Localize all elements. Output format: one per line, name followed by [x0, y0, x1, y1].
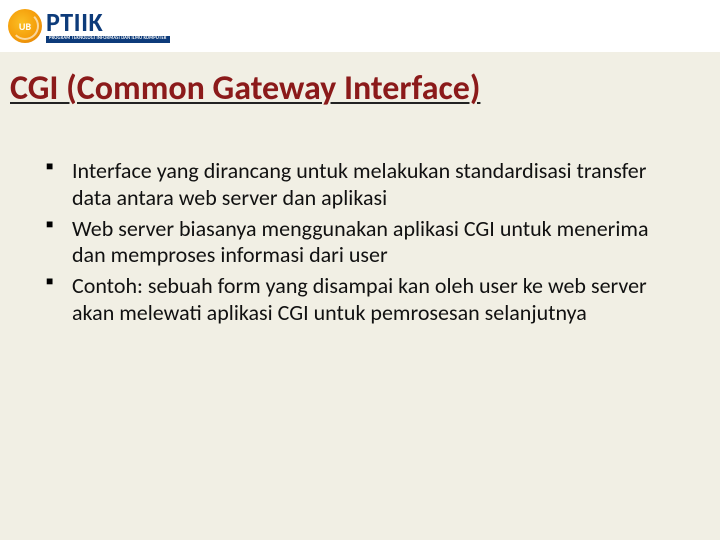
logo-text: PTIIK PROGRAM TEKNOLOGI INFORMASI DAN IL… — [46, 9, 170, 43]
bullet-list: Interface yang dirancang untuk melakukan… — [44, 158, 660, 327]
list-item: Web server biasanya menggunakan aplikasi… — [44, 216, 660, 270]
logo-subtitle: PROGRAM TEKNOLOGI INFORMASI DAN ILMU KOM… — [46, 36, 170, 43]
logo-mark-text: UB — [19, 20, 31, 33]
logo-mark-icon: UB — [8, 9, 42, 43]
list-item: Contoh: sebuah form yang disampai kan ol… — [44, 273, 660, 327]
slide-content: Interface yang dirancang untuk melakukan… — [44, 158, 660, 331]
slide: UB PTIIK PROGRAM TEKNOLOGI INFORMASI DAN… — [0, 0, 720, 540]
header-band: UB PTIIK PROGRAM TEKNOLOGI INFORMASI DAN… — [0, 0, 720, 52]
list-item: Interface yang dirancang untuk melakukan… — [44, 158, 660, 212]
logo: UB PTIIK PROGRAM TEKNOLOGI INFORMASI DAN… — [8, 9, 170, 43]
slide-title: CGI (Common Gateway Interface) — [10, 68, 710, 111]
title-container: CGI (Common Gateway Interface) — [10, 68, 710, 111]
logo-name: PTIIK — [46, 9, 170, 35]
